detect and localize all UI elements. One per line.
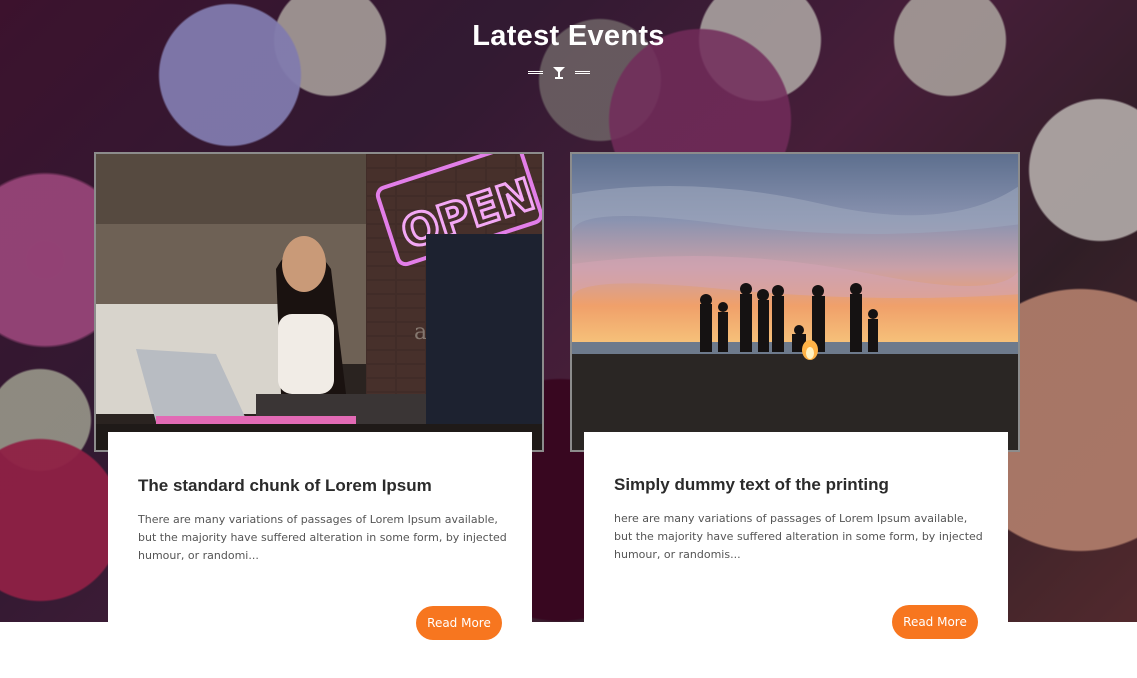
event-card: Simply dummy text of the printing here a… <box>570 152 1024 639</box>
event-description: There are many variations of passages of… <box>138 513 507 562</box>
event-card-body: Simply dummy text of the printing here a… <box>584 432 1008 622</box>
title-divider <box>528 66 590 80</box>
cocktail-glass-icon <box>553 67 565 79</box>
event-image-dj[interactable]: OPEN aristocraz <box>94 152 544 452</box>
divider-line-right <box>575 71 590 74</box>
event-title[interactable]: The standard chunk of Lorem Ipsum <box>138 476 432 496</box>
divider-line-left <box>528 71 543 74</box>
section-title: Latest Events <box>472 20 665 52</box>
read-more-button[interactable]: Read More <box>416 606 502 640</box>
event-title[interactable]: Simply dummy text of the printing <box>614 475 889 495</box>
event-card: OPEN aristocraz The standard chunk of Lo… <box>94 152 548 640</box>
event-card-body: The standard chunk of Lorem Ipsum There … <box>108 432 532 622</box>
event-description: here are many variations of passages of … <box>614 512 983 561</box>
event-image-beach-bonfire[interactable] <box>570 152 1020 452</box>
read-more-button[interactable]: Read More <box>892 605 978 639</box>
